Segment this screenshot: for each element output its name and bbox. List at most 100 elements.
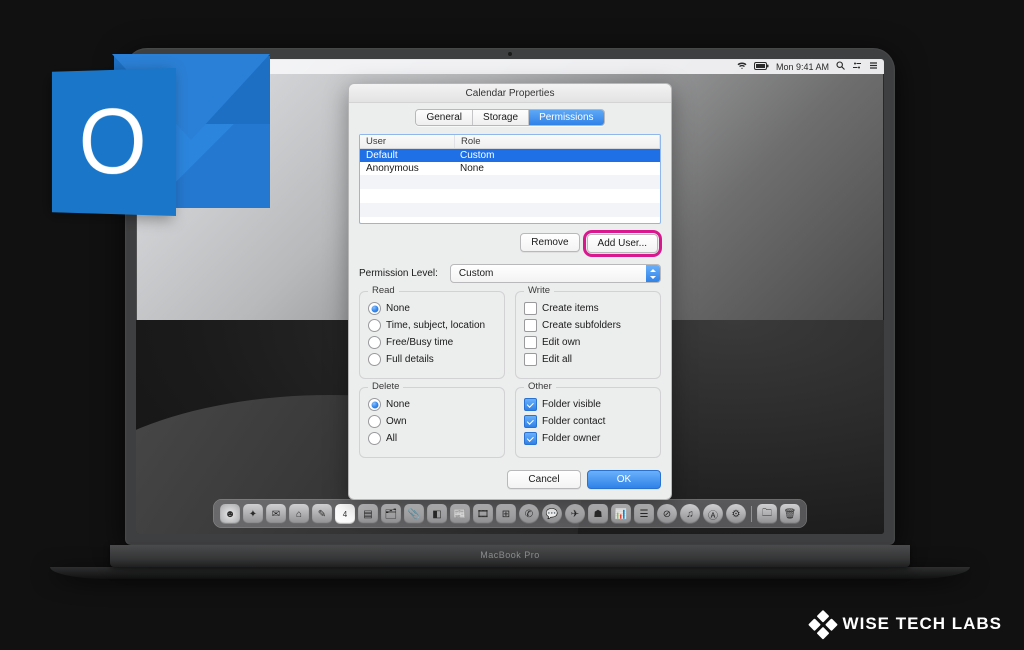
cancel-button[interactable]: Cancel [507, 470, 581, 489]
dock-app-icon[interactable]: ⊘ [657, 504, 677, 524]
read-none-option[interactable]: None [368, 302, 496, 315]
option-label: Edit all [542, 354, 572, 365]
add-user-highlight: Add User... [586, 233, 659, 254]
radio-icon [368, 302, 381, 315]
remove-button[interactable]: Remove [520, 233, 579, 252]
permission-level-select[interactable]: Custom [450, 264, 661, 283]
group-write: Write Create items Create subfolders [515, 291, 661, 379]
dock-app-icon[interactable]: 💬 [542, 504, 562, 524]
control-center-icon[interactable] [852, 61, 862, 72]
dock-trash-icon[interactable]: 🗑 [780, 504, 800, 524]
brand-logo-icon [806, 607, 840, 641]
option-label: Folder contact [542, 416, 605, 427]
tab-general[interactable]: General [416, 110, 473, 125]
write-edit-all-option[interactable]: Edit all [524, 353, 652, 366]
permissions-user-list[interactable]: User Role Default Custom Anonymous None [359, 134, 661, 224]
dock-app-icon[interactable]: ✆ [519, 504, 539, 524]
group-legend: Read [368, 285, 399, 296]
checkbox-icon [524, 302, 537, 315]
dialog-title: Calendar Properties [349, 84, 671, 103]
wifi-icon[interactable] [737, 62, 747, 72]
dock-app-icon[interactable]: 🎞 [473, 504, 493, 524]
dock-app-icon[interactable]: ☗ [588, 504, 608, 524]
option-label: None [386, 399, 410, 410]
write-edit-own-option[interactable]: Edit own [524, 336, 652, 349]
dock-app-icon[interactable]: ⌂ [289, 504, 309, 524]
write-create-items-option[interactable]: Create items [524, 302, 652, 315]
delete-own-option[interactable]: Own [368, 415, 496, 428]
option-label: Time, subject, location [386, 320, 485, 331]
table-row[interactable]: Anonymous None [360, 162, 660, 175]
laptop-foot [50, 567, 970, 579]
dock-app-icon[interactable]: ✈ [565, 504, 585, 524]
option-label: Folder visible [542, 399, 601, 410]
radio-icon [368, 319, 381, 332]
option-label: None [386, 303, 410, 314]
dock-separator [751, 506, 752, 522]
row-user: Anonymous [360, 162, 454, 175]
dock-app-icon[interactable]: 🗂 [381, 504, 401, 524]
dock-app-icon[interactable]: ✉ [266, 504, 286, 524]
permission-level-label: Permission Level: [359, 268, 438, 279]
laptop-label: MacBook Pro [480, 550, 540, 560]
dock-app-icon[interactable]: ▤ [358, 504, 378, 524]
col-header-role[interactable]: Role [455, 135, 660, 148]
dock-app-icon[interactable]: ✦ [243, 504, 263, 524]
dock-app-icon[interactable]: 📰 [450, 504, 470, 524]
tab-permissions[interactable]: Permissions [529, 110, 603, 125]
read-freebusy-option[interactable]: Free/Busy time [368, 336, 496, 349]
dock-app-icon[interactable]: ☻ [220, 504, 240, 524]
tab-storage[interactable]: Storage [473, 110, 529, 125]
other-folder-owner-option[interactable]: Folder owner [524, 432, 652, 445]
table-row-empty [360, 203, 660, 217]
dock-app-icon[interactable]: 4 [335, 504, 355, 524]
dock-app-icon[interactable]: ◧ [427, 504, 447, 524]
dock-app-icon[interactable]: 📊 [611, 504, 631, 524]
read-tsl-option[interactable]: Time, subject, location [368, 319, 496, 332]
menubar-clock[interactable]: Mon 9:41 AM [776, 62, 829, 72]
option-label: Full details [386, 354, 434, 365]
radio-icon [368, 398, 381, 411]
dock-folder-icon[interactable]: 🗀 [757, 504, 777, 524]
mac-dock: ☻ ✦ ✉ ⌂ ✎ 4 ▤ 🗂 📎 ◧ 📰 🎞 ⊞ ✆ 💬 ✈ ☗ 📊 ☰ ⊘ [213, 499, 807, 528]
camera-dot [508, 52, 512, 56]
other-folder-contact-option[interactable]: Folder contact [524, 415, 652, 428]
brand-watermark: WISE TECH LABS [811, 612, 1002, 636]
list-buttons: Remove Add User... [359, 224, 661, 260]
outlook-letter: O [79, 88, 147, 197]
radio-icon [368, 432, 381, 445]
write-create-subfolders-option[interactable]: Create subfolders [524, 319, 652, 332]
add-user-button[interactable]: Add User... [587, 234, 658, 253]
row-role: None [454, 162, 660, 175]
option-label: Own [386, 416, 407, 427]
table-row-empty [360, 175, 660, 189]
option-label: Folder owner [542, 433, 600, 444]
dock-app-icon[interactable]: ♫ [680, 504, 700, 524]
group-legend: Delete [368, 381, 403, 392]
dock-app-icon[interactable]: ⚙ [726, 504, 746, 524]
delete-none-option[interactable]: None [368, 398, 496, 411]
dialog-actions: Cancel OK [359, 470, 661, 489]
permission-level-row: Permission Level: Custom [359, 264, 661, 283]
dock-app-icon[interactable]: Ⓐ [703, 504, 723, 524]
dock-app-icon[interactable]: ⊞ [496, 504, 516, 524]
option-label: All [386, 433, 397, 444]
radio-icon [368, 336, 381, 349]
checkbox-icon [524, 398, 537, 411]
chevron-updown-icon [646, 265, 660, 282]
table-row[interactable]: Default Custom [360, 149, 660, 162]
dock-app-icon[interactable]: ☰ [634, 504, 654, 524]
other-folder-visible-option[interactable]: Folder visible [524, 398, 652, 411]
col-header-user[interactable]: User [360, 135, 455, 148]
notifications-icon[interactable] [869, 61, 878, 72]
delete-all-option[interactable]: All [368, 432, 496, 445]
checkbox-icon [524, 353, 537, 366]
row-user: Default [360, 149, 454, 162]
search-icon[interactable] [836, 61, 845, 72]
ok-button[interactable]: OK [587, 470, 661, 489]
permission-groups: Read None Time, subject, location [359, 291, 661, 458]
dock-app-icon[interactable]: 📎 [404, 504, 424, 524]
battery-icon[interactable] [754, 62, 769, 72]
dock-app-icon[interactable]: ✎ [312, 504, 332, 524]
read-full-option[interactable]: Full details [368, 353, 496, 366]
